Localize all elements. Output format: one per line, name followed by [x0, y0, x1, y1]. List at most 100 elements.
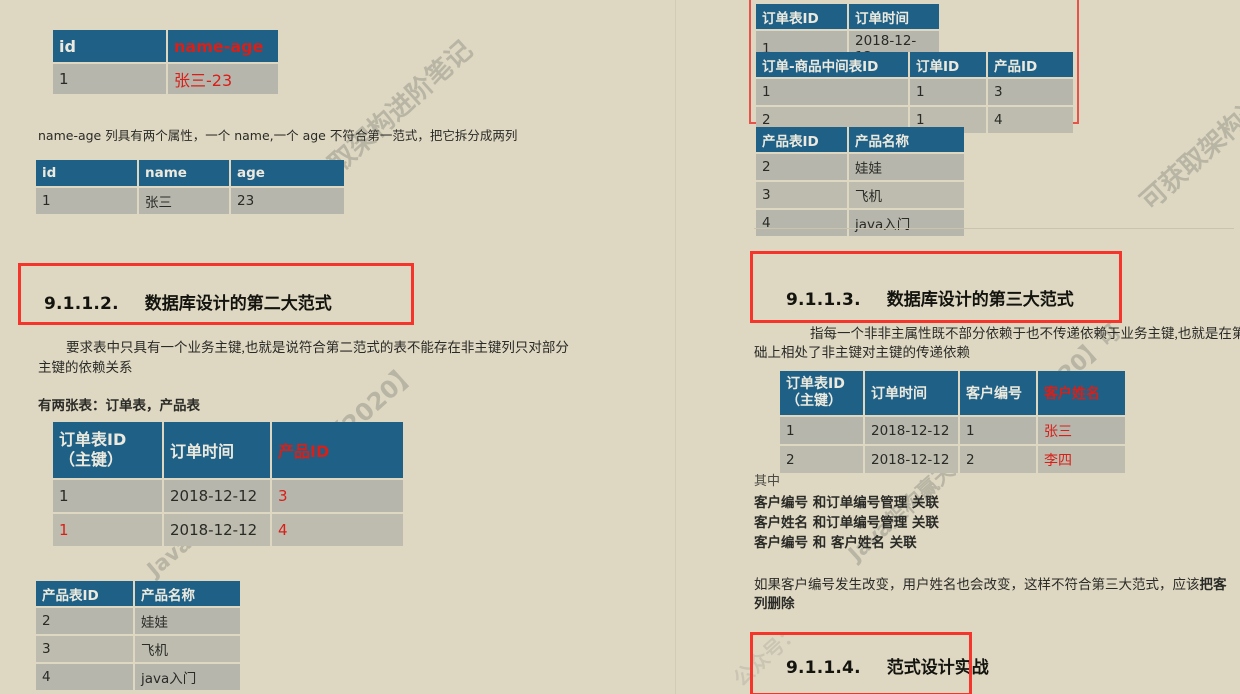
- heading-title: 数据库设计的第二大范式: [144, 294, 332, 314]
- column-header-product-name: 产品名称: [134, 581, 240, 607]
- table-header-row: id name-age: [53, 30, 278, 63]
- cell-customer-name: 张三: [1037, 415, 1125, 445]
- heading-second-normal-form: 9.1.1.2. 数据库设计的第二大范式: [44, 289, 332, 314]
- table-row: 3 飞机: [756, 180, 964, 209]
- column-header-age: age: [230, 160, 344, 187]
- cell-product-id: 4: [271, 512, 403, 546]
- paragraph-2nf-line1: 要求表中只具有一个业务主键,也就是说符合第二范式的表不能存在非主键列只对部分: [66, 340, 569, 355]
- cell-order-id: 1: [909, 77, 988, 106]
- heading-third-normal-form: 9.1.1.3. 数据库设计的第三大范式: [786, 285, 1074, 310]
- table-row: 1 2018-12-12 3: [53, 478, 403, 513]
- cell-product-name: 飞机: [848, 180, 964, 209]
- cell-order-id: 1: [780, 415, 865, 445]
- cell-customer-name: 李四: [1037, 444, 1125, 473]
- table-header-row: 订单-商品中间表ID 订单ID 产品ID: [756, 52, 1073, 78]
- cell-age: 23: [230, 186, 344, 214]
- paragraph-3nf-line1: 指每一个非非主属性既不部分依赖于也不传递依赖于业务主键,也就是在第: [810, 326, 1240, 341]
- table-header-row: 产品表ID 产品名称: [756, 127, 964, 153]
- page-divider-rule: [754, 228, 1234, 229]
- column-header-order-id: 订单表ID （主键）: [53, 422, 164, 479]
- watermark-text: 可获取架构进阶: [1135, 72, 1240, 217]
- table-header-row: 订单表ID （主键） 订单时间 产品ID: [53, 422, 403, 479]
- column-header-product-id: 产品ID: [271, 422, 403, 479]
- cell-product-name: 娃娃: [134, 606, 240, 635]
- cell-order-time: 2018-12-12: [864, 444, 960, 473]
- cell-order-time: 2018-12-12: [163, 512, 272, 546]
- paragraph-3nf-line2: 础上相处了非主键对主键的传递依赖: [754, 345, 970, 360]
- cell-product-id: 4: [36, 662, 135, 690]
- table-header-row: 产品表ID 产品名称: [36, 581, 240, 607]
- column-header-product-name: 产品名称: [848, 127, 964, 153]
- cell-id: 1: [53, 62, 168, 94]
- paragraph-conclusion-line1: 如果客户编号发生改变，用户姓名也会改变，这样不符合第三大范式，应该把客: [754, 573, 1227, 593]
- cell-product-id: 3: [987, 77, 1073, 106]
- paragraph-first-normal-form: name-age 列具有两个属性，一个 name,一个 age 不符合第一范式，…: [38, 128, 518, 143]
- table-row: 2 2018-12-12 2 李四: [780, 444, 1125, 473]
- right-page: 可获取架构进阶 【2020】可 Java架构赢天下 公众号： 订单表ID 订单时…: [676, 0, 1240, 694]
- cell-product-id: 3: [756, 180, 849, 209]
- product-table: 产品表ID 产品名称 2 娃娃 3 飞机 4 java入门: [36, 581, 240, 690]
- cell-order-id: 2: [780, 444, 865, 473]
- relations-label: 其中: [754, 473, 781, 488]
- cell-product-name: java入门: [848, 208, 964, 236]
- cell-product-id: 2: [36, 606, 135, 635]
- table-header-row: 订单表ID 订单时间: [756, 4, 939, 30]
- left-page: 获取架构进阶笔记 【2020】 Java架构赢天下 公众号： id name-a…: [0, 0, 676, 694]
- table-header-row: id name age: [36, 160, 344, 187]
- column-header-product-table-id: 产品表ID: [756, 127, 849, 153]
- column-header-customer-no: 客户编号: [959, 371, 1038, 416]
- cell-id: 1: [36, 186, 139, 214]
- heading-title: 范式设计实战: [886, 658, 989, 678]
- heading-number: 9.1.1.2.: [44, 294, 119, 314]
- table-row: 1 1 3: [756, 77, 1073, 106]
- column-header-order-id: 订单表ID （主键）: [780, 371, 865, 416]
- column-header-order-time: 订单时间: [848, 4, 939, 30]
- heading-title: 数据库设计的第三大范式: [886, 290, 1074, 310]
- column-header-order-time: 订单时间: [163, 422, 272, 479]
- cell-product-id: 3: [36, 634, 135, 663]
- column-header-name-age: name-age: [167, 30, 278, 63]
- relation-item: 客户编号 和 客户姓名 关联: [754, 535, 917, 551]
- cell-product-id: 3: [271, 478, 403, 513]
- cell-product-id: 4: [756, 208, 849, 236]
- conclusion-plain-text: 如果客户编号发生改变，用户姓名也会改变，这样不符合第三大范式，应该: [754, 577, 1200, 592]
- table-row: 3 飞机: [36, 634, 240, 663]
- cell-order-id: 1: [53, 512, 164, 546]
- table-header-row: 订单表ID （主键） 订单时间 客户编号 客户姓名: [780, 371, 1125, 416]
- conclusion-bold-text: 把客: [1199, 577, 1227, 593]
- paragraph-two-tables: 有两张表：订单表，产品表: [38, 398, 200, 413]
- cell-bridge-id: 1: [756, 77, 910, 106]
- table-row: 4 java入门: [756, 208, 964, 236]
- column-header-name: name: [138, 160, 231, 187]
- paragraph-2nf-line2: 主键的依赖关系: [38, 360, 133, 375]
- cell-product-id: 4: [987, 105, 1073, 133]
- column-header-product-id: 产品ID: [987, 52, 1073, 78]
- cell-customer-no: 1: [959, 415, 1038, 445]
- name-age-combined-table: id name-age 1 张三-23: [53, 30, 278, 94]
- column-header-order-id: 订单ID: [909, 52, 988, 78]
- table-row: 2 娃娃: [36, 606, 240, 635]
- cell-order-id: 1: [53, 478, 164, 513]
- order-product-bridge-table: 订单-商品中间表ID 订单ID 产品ID 1 1 3 2 1 4: [756, 52, 1073, 133]
- relation-item: 客户编号 和订单编号管理 关联: [754, 495, 939, 511]
- order-customer-table: 订单表ID （主键） 订单时间 客户编号 客户姓名 1 2018-12-12 1…: [780, 371, 1125, 473]
- cell-product-name: 娃娃: [848, 152, 964, 181]
- column-header-id: id: [53, 30, 168, 63]
- column-header-order-time: 订单时间: [864, 371, 960, 416]
- column-header-bridge-id: 订单-商品中间表ID: [756, 52, 910, 78]
- cell-name-age: 张三-23: [167, 62, 278, 94]
- cell-name: 张三: [138, 186, 231, 214]
- table-row: 1 2018-12-12 4: [53, 512, 403, 546]
- table-row: 1 张三-23: [53, 62, 278, 94]
- product-table-right: 产品表ID 产品名称 2 娃娃 3 飞机 4 java入门: [756, 127, 964, 236]
- table-row: 1 2018-12-12 1 张三: [780, 415, 1125, 445]
- column-header-order-id: 订单表ID: [756, 4, 849, 30]
- cell-customer-no: 2: [959, 444, 1038, 473]
- cell-order-time: 2018-12-12: [864, 415, 960, 445]
- relation-item: 客户姓名 和订单编号管理 关联: [754, 515, 939, 531]
- cell-product-id: 2: [756, 152, 849, 181]
- heading-normal-form-practice: 9.1.1.4. 范式设计实战: [786, 653, 989, 678]
- heading-number: 9.1.1.3.: [786, 290, 861, 310]
- order-table: 订单表ID （主键） 订单时间 产品ID 1 2018-12-12 3 1 20…: [53, 422, 403, 546]
- cell-product-name: java入门: [134, 662, 240, 690]
